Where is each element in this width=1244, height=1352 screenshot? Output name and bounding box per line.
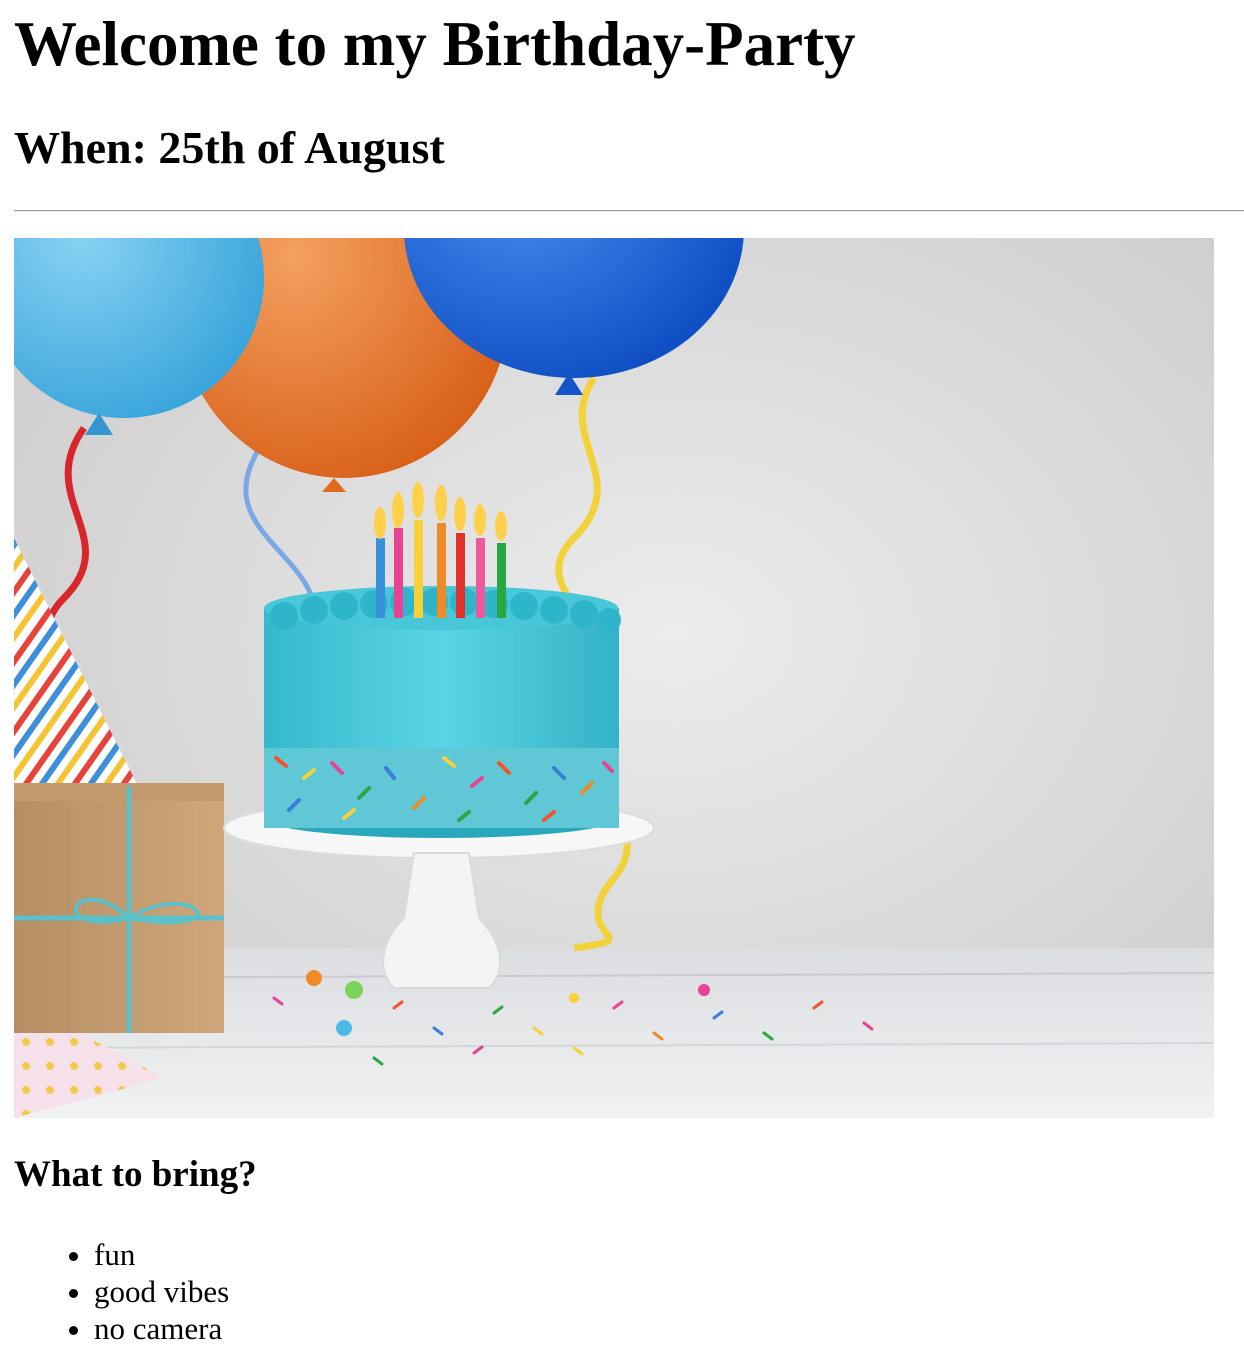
bring-list: fun good vibes no camera (14, 1236, 229, 1347)
list-item: fun (94, 1236, 229, 1273)
list-item: good vibes (94, 1273, 229, 1310)
list-item: no camera (94, 1310, 229, 1347)
page-title: Welcome to my Birthday-Party (14, 9, 856, 79)
divider (14, 210, 1244, 212)
bring-heading: What to bring? (14, 1154, 257, 1195)
birthday-cake-image (14, 238, 1214, 1118)
event-date: When: 25th of August (14, 122, 445, 173)
